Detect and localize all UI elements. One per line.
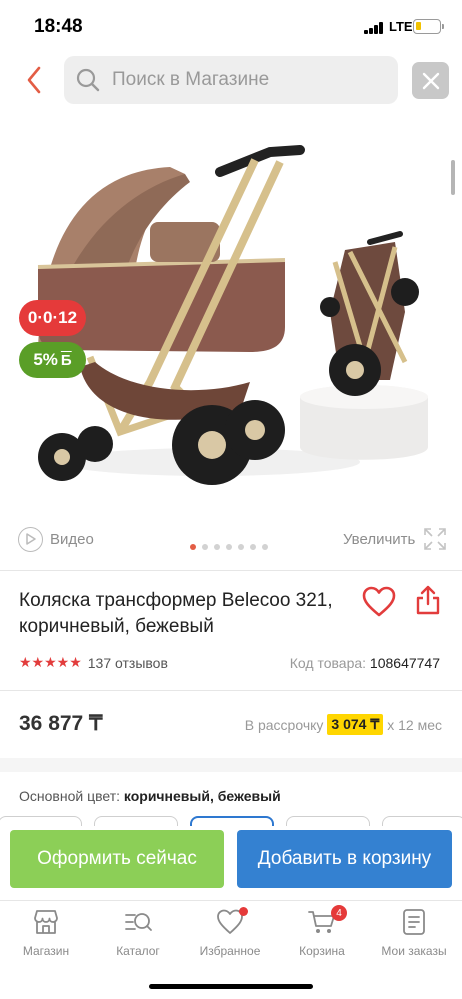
cart-count-badge: 4 <box>331 905 347 921</box>
gallery-dot[interactable] <box>226 544 232 550</box>
expand-icon <box>424 528 447 550</box>
search-icon <box>76 68 100 92</box>
color-variants <box>0 816 462 826</box>
network-label: LTE <box>389 19 413 34</box>
divider <box>0 570 462 571</box>
bonus-badge-value: 5% <box>33 350 58 369</box>
color-label: Основной цвет: <box>19 788 120 804</box>
catalog-search-icon <box>125 913 152 931</box>
installment-amount: 3 074 ₸ <box>327 714 384 735</box>
color-variant[interactable] <box>0 816 82 826</box>
chevron-left-icon <box>27 66 41 94</box>
zoom-label: Увеличить <box>343 530 416 548</box>
gallery-dot[interactable] <box>238 544 244 550</box>
gallery-pagination <box>190 544 268 550</box>
section-gap <box>0 758 462 772</box>
tab-favorites[interactable]: Избранное <box>184 907 276 967</box>
search-input[interactable] <box>112 56 392 104</box>
notification-dot <box>239 907 248 916</box>
video-label: Видео <box>50 530 94 548</box>
age-badge: 0·0·12 <box>19 300 86 336</box>
color-variant[interactable] <box>382 816 462 826</box>
tab-label: Магазин <box>22 944 70 958</box>
installment-label: В рассрочку <box>244 716 324 733</box>
checkout-now-button[interactable]: Оформить сейчас <box>10 830 224 888</box>
search-box[interactable] <box>64 56 398 104</box>
price: 36 877 ₸ <box>19 712 103 735</box>
color-variant-selected[interactable] <box>190 816 274 826</box>
video-button[interactable]: Видео <box>18 526 94 552</box>
tab-cart[interactable]: 4 Корзина <box>276 905 368 967</box>
color-variant[interactable] <box>286 816 370 826</box>
back-button[interactable] <box>18 62 50 98</box>
close-button[interactable] <box>412 62 449 99</box>
signal-icon <box>364 22 384 34</box>
gallery-dot[interactable] <box>250 544 256 550</box>
tab-label: Каталог <box>116 944 160 958</box>
installment-term: x 12 мес <box>387 716 442 733</box>
tab-my-orders[interactable]: Мои заказы <box>368 907 460 967</box>
heart-icon[interactable] <box>362 586 396 618</box>
orders-icon <box>403 909 425 935</box>
bonus-currency: Б <box>60 351 72 369</box>
gallery-dot[interactable] <box>202 544 208 550</box>
color-line: Основной цвет: коричневый, бежевый <box>19 788 281 804</box>
divider <box>0 690 462 691</box>
add-to-cart-button[interactable]: Добавить в корзину <box>237 830 452 888</box>
gallery-dot[interactable] <box>214 544 220 550</box>
gallery-dot[interactable] <box>190 544 196 550</box>
sku-value: 108647747 <box>369 655 440 671</box>
product-title: Коляска трансформер Belecoo 321, коричне… <box>19 590 333 637</box>
cart-icon-wrap: 4 <box>307 905 347 937</box>
installment-info[interactable]: В рассрочку 3 074 ₸ x 12 мес <box>245 714 442 735</box>
tab-shop[interactable]: Магазин <box>0 907 92 967</box>
color-value: коричневый, бежевый <box>123 788 281 804</box>
reviews-count[interactable]: 137 отзывов <box>88 655 168 671</box>
status-time: 18:48 <box>34 16 83 37</box>
status-bar: 18:48 LTE <box>0 0 462 52</box>
play-icon <box>18 526 43 552</box>
tab-label: Избранное <box>199 944 261 958</box>
battery-tip <box>442 24 444 29</box>
home-indicator <box>149 984 313 989</box>
rating-row[interactable]: ★★★★★ 137 отзывов <box>19 654 168 671</box>
color-variant[interactable] <box>94 816 178 826</box>
close-icon <box>422 72 439 89</box>
tab-label: Мои заказы <box>381 944 447 958</box>
scroll-indicator <box>451 160 455 195</box>
rating-stars: ★★★★★ <box>19 654 82 670</box>
battery-icon <box>413 19 441 34</box>
bonus-badge: 5% Б <box>19 342 86 378</box>
share-icon[interactable] <box>414 584 442 616</box>
tab-label: Корзина <box>299 944 345 958</box>
product-code: Код товара: 108647747 <box>290 655 440 671</box>
zoom-button[interactable]: Увеличить <box>343 526 447 552</box>
shop-icon <box>34 910 58 934</box>
favorites-icon-wrap <box>215 907 248 937</box>
tab-catalog[interactable]: Каталог <box>92 907 184 967</box>
gallery-dot[interactable] <box>262 544 268 550</box>
sku-label: Код товара: <box>289 655 367 671</box>
